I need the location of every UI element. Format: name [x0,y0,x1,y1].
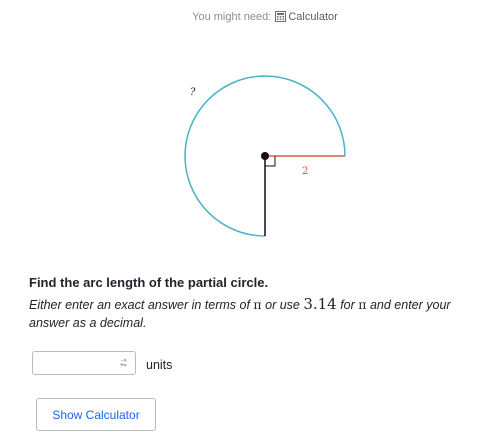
partial-circle-diagram [184,75,346,237]
instruction-text: for [336,298,359,312]
math-keypad-icon[interactable]: -× += [120,358,129,369]
question-block: Find the arc length of the partial circl… [29,275,489,332]
radius-label: 2 [302,166,309,177]
instruction-text: or use [261,298,304,312]
pi-symbol: π [253,297,262,312]
units-label: units [146,358,173,372]
center-point [261,152,269,160]
answer-input-box: -× += [32,351,136,375]
pi-approximation: 3.14 [303,295,337,313]
instruction-text: Either enter an exact answer in terms of [29,298,254,312]
pi-symbol: π [358,297,367,312]
unknown-arc-label: ? [190,87,196,98]
show-calculator-button[interactable]: Show Calculator [36,398,156,431]
question-title: Find the arc length of the partial circl… [29,275,269,290]
question-instruction: Either enter an exact answer in terms of… [29,295,489,332]
answer-input[interactable] [37,353,121,375]
